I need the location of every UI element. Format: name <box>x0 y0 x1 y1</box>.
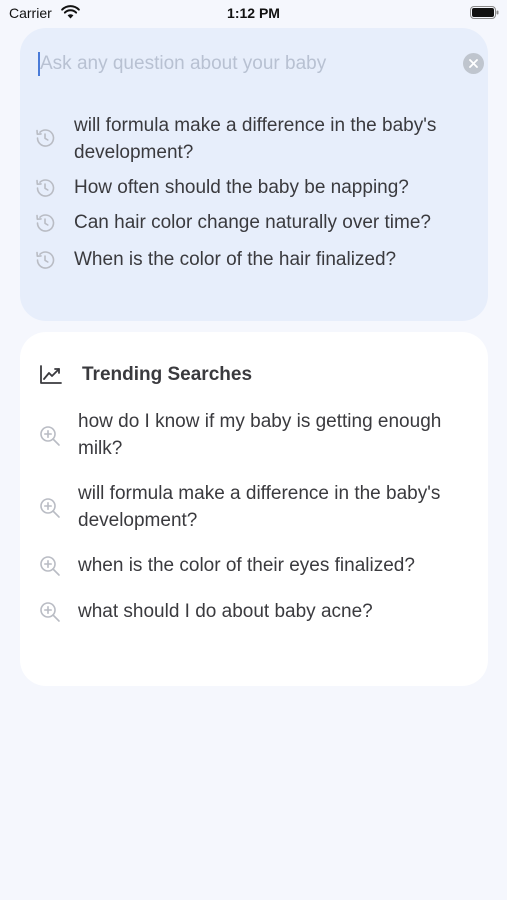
history-icon <box>33 248 57 272</box>
search-bar <box>36 48 484 80</box>
trending-item-text: how do I know if my baby is getting enou… <box>78 411 442 459</box>
trending-item-text: when is the color of their eyes finalize… <box>78 555 415 576</box>
history-icon <box>33 176 57 200</box>
search-card: will formula make a difference in the ba… <box>20 28 488 321</box>
trending-header: Trending Searches <box>39 362 459 390</box>
recent-search-item[interactable]: will formula make a difference in the ba… <box>20 112 488 166</box>
recent-search-text: Can hair color change naturally over tim… <box>74 212 431 233</box>
clear-icon <box>469 59 478 68</box>
status-bar: Carrier 1:12 PM <box>0 0 507 28</box>
recent-search-item[interactable]: When is the color of the hair finalized? <box>20 246 488 273</box>
trending-item[interactable]: how do I know if my baby is getting enou… <box>20 408 488 462</box>
clear-search-button[interactable] <box>463 53 484 74</box>
trending-title: Trending Searches <box>82 364 253 385</box>
recent-search-item[interactable]: Can hair color change naturally over tim… <box>20 209 488 236</box>
recent-search-text: How often should the baby be napping? <box>74 177 409 198</box>
zoom-search-icon <box>39 497 61 519</box>
trending-chart-icon <box>39 364 63 386</box>
zoom-search-icon <box>39 425 61 447</box>
trending-list: how do I know if my baby is getting enou… <box>20 408 488 643</box>
history-icon <box>33 211 57 235</box>
trending-item-text: what should I do about baby acne? <box>78 601 373 622</box>
recent-searches-list: will formula make a difference in the ba… <box>20 112 488 285</box>
recent-search-text: When is the color of the hair finalized? <box>74 249 397 270</box>
recent-search-text: will formula make a difference in the ba… <box>74 115 437 163</box>
status-time: 1:12 PM <box>227 5 280 21</box>
app-screen: Carrier 1:12 PM Ask any question about y… <box>0 0 507 900</box>
recent-search-item[interactable]: How often should the baby be napping? <box>20 174 488 201</box>
history-icon <box>33 126 57 150</box>
battery-icon <box>470 6 499 19</box>
trending-item[interactable]: what should I do about baby acne? <box>20 598 488 625</box>
trending-item[interactable]: will formula make a difference in the ba… <box>20 480 488 534</box>
zoom-search-icon <box>39 555 61 577</box>
trending-item-text: will formula make a difference in the ba… <box>78 483 441 531</box>
trending-item[interactable]: when is the color of their eyes finalize… <box>20 552 488 579</box>
trending-card: Trending Searches how do I know if my ba… <box>20 332 488 686</box>
search-input[interactable] <box>40 51 430 77</box>
zoom-search-icon <box>39 601 61 623</box>
